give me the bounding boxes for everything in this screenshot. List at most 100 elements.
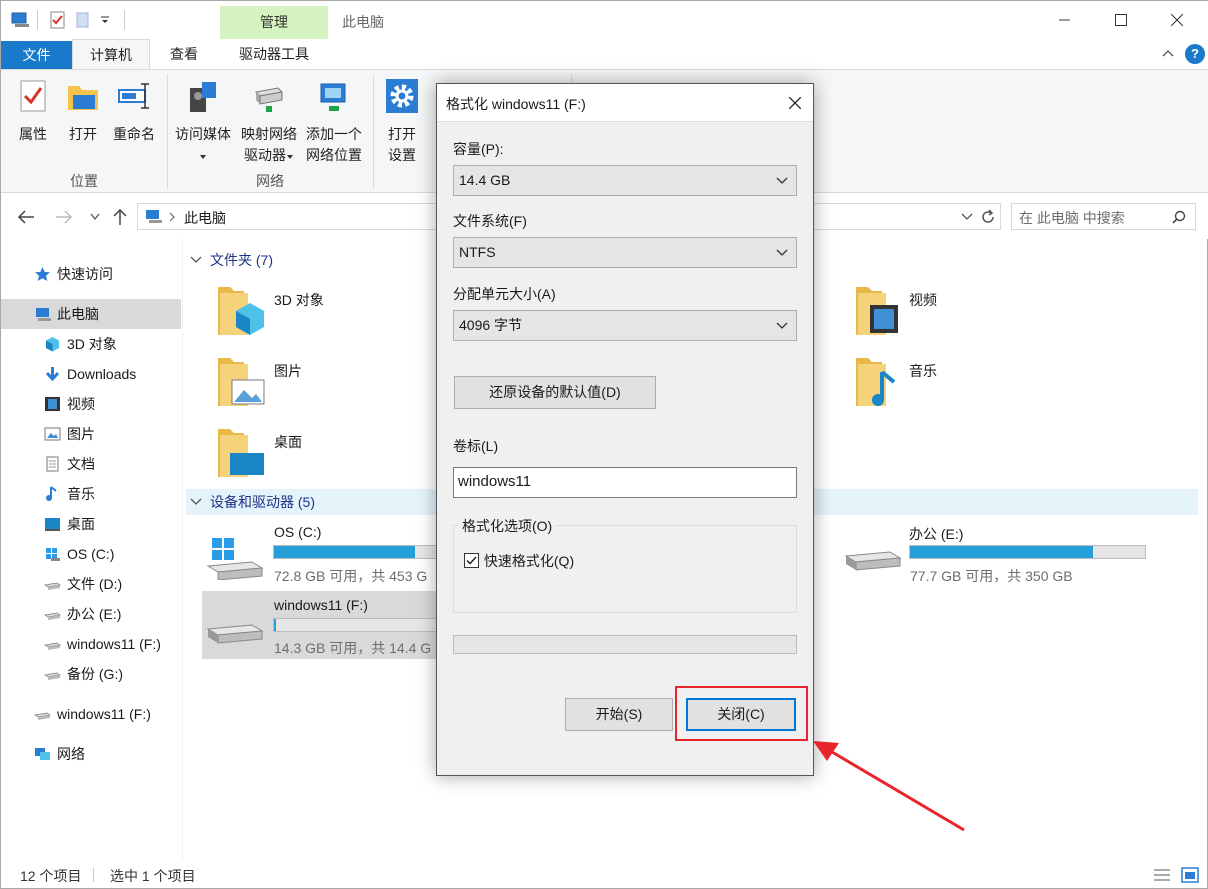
allocation-unit-select[interactable]: 4096 字节 (453, 310, 797, 341)
sidebar-item-drive-d[interactable]: 文件 (D:) (1, 569, 183, 599)
sidebar-item-quick-access[interactable]: 快速访问 (1, 259, 183, 289)
access-media-button[interactable]: 访问媒体 (171, 78, 235, 166)
chevron-down-icon (190, 498, 202, 505)
minimize-button[interactable] (1037, 1, 1093, 39)
close-window-button[interactable] (1149, 1, 1205, 39)
sidebar-item-desktop[interactable]: 桌面 (1, 509, 183, 539)
volume-label-input[interactable]: windows11 (453, 467, 797, 498)
open-settings-label-2: 设置 (388, 147, 416, 163)
format-progress-bar (453, 635, 797, 654)
add-network-location-icon (320, 83, 346, 111)
network-drive-icon (254, 87, 284, 112)
checkbox-checked-icon (464, 553, 479, 568)
quick-format-checkbox[interactable]: 快速格式化(Q) (464, 552, 574, 570)
maximize-button[interactable] (1093, 1, 1149, 39)
search-icon (1172, 210, 1186, 224)
collapse-ribbon-icon[interactable] (1162, 49, 1174, 57)
folder-3d-objects[interactable]: 3D 对象 (214, 281, 414, 341)
map-network-drive-label-1: 映射网络 (241, 126, 297, 142)
tab-drive-tools[interactable]: 驱动器工具 (220, 39, 328, 69)
download-icon (45, 367, 60, 382)
star-icon (35, 267, 50, 281)
start-button[interactable]: 开始(S) (565, 698, 673, 731)
back-icon[interactable] (17, 210, 35, 224)
refresh-icon[interactable] (980, 209, 996, 225)
open-settings-button[interactable]: 打开 设置 (379, 78, 425, 166)
sidebar-label: 图片 (67, 426, 95, 442)
search-input[interactable]: 在 此电脑 中搜索 (1019, 208, 1125, 228)
sidebar-item-documents[interactable]: 文档 (1, 449, 183, 479)
rename-button[interactable]: 重命名 (109, 78, 159, 145)
drive-c-usage-bar (273, 545, 443, 559)
tab-file[interactable]: 文件 (1, 41, 72, 69)
properties-icon (20, 80, 46, 112)
customize-toolbar-dropdown-icon[interactable] (100, 16, 110, 24)
desktop-icon (45, 518, 60, 531)
gear-icon (386, 79, 418, 113)
recent-locations-chevron-icon[interactable] (90, 213, 100, 221)
add-network-location-label-2: 网络位置 (306, 147, 362, 163)
file-system-select[interactable]: NTFS (453, 237, 797, 268)
help-icon[interactable]: ? (1185, 44, 1205, 64)
access-media-label: 访问媒体 (175, 126, 231, 142)
computer-icon (36, 308, 51, 321)
folder-pictures[interactable]: 图片 (214, 352, 414, 412)
chevron-down-icon (776, 322, 788, 329)
hard-drive-icon (844, 551, 902, 571)
folder-pictures-icon (218, 358, 265, 406)
computer-icon (146, 210, 162, 223)
folder-desktop-icon (218, 429, 264, 477)
file-system-label: 文件系统(F) (453, 213, 527, 229)
breadcrumb-this-pc[interactable]: 此电脑 (184, 208, 226, 228)
sidebar-label: OS (C:) (67, 546, 115, 562)
large-icons-view-icon[interactable] (1181, 867, 1199, 883)
properties-icon[interactable] (49, 11, 67, 29)
up-arrow-icon[interactable] (112, 208, 128, 226)
folder-videos[interactable]: 视频 (852, 281, 1052, 341)
address-dropdown-icon[interactable] (961, 213, 973, 221)
map-network-drive-label-2: 驱动器 (244, 147, 286, 163)
search-box[interactable]: 在 此电脑 中搜索 (1011, 203, 1196, 230)
tab-computer[interactable]: 计算机 (72, 39, 150, 70)
open-settings-label-1: 打开 (388, 126, 416, 142)
restore-defaults-button[interactable]: 还原设备的默认值(D) (454, 376, 656, 409)
sidebar-item-3d-objects[interactable]: 3D 对象 (1, 329, 183, 359)
format-dialog: 格式化 windows11 (F:) 容量(P): 14.4 GB 文件系统(F… (436, 83, 814, 776)
folder-desktop[interactable]: 桌面 (214, 423, 414, 483)
minimize-icon (1059, 19, 1070, 21)
add-network-location-button[interactable]: 添加一个 网络位置 (303, 78, 365, 166)
folder-videos-icon (856, 287, 898, 335)
sidebar-item-this-pc[interactable]: 此电脑 (1, 299, 181, 329)
sidebar-item-network[interactable]: 网络 (1, 739, 183, 769)
hard-drive-icon (44, 672, 61, 680)
sidebar-item-drive-f[interactable]: windows11 (F:) (1, 629, 183, 659)
chevron-down-icon (190, 256, 202, 263)
sidebar-item-drive-e[interactable]: 办公 (E:) (1, 599, 183, 629)
open-button[interactable]: 打开 (59, 78, 107, 145)
sidebar-item-os-c[interactable]: OS (C:) (1, 539, 183, 569)
sidebar-label: 备份 (G:) (67, 666, 123, 682)
sidebar-item-videos[interactable]: 视频 (1, 389, 183, 419)
tab-view[interactable]: 查看 (151, 39, 217, 69)
folder-music[interactable]: 音乐 (852, 352, 1052, 412)
volume-label-label: 卷标(L) (453, 438, 499, 454)
selected-count: 选中 1 个项目 (110, 868, 196, 884)
map-network-drive-button[interactable]: 映射网络 驱动器 (237, 78, 301, 166)
sidebar-item-drive-g[interactable]: 备份 (G:) (1, 659, 183, 689)
media-icon (190, 82, 216, 112)
sidebar-item-pictures[interactable]: 图片 (1, 419, 183, 449)
document-icon (46, 456, 59, 472)
forward-icon[interactable] (55, 210, 73, 224)
sidebar-item-downloads[interactable]: Downloads (1, 359, 183, 389)
computer-icon (11, 12, 29, 27)
sidebar-item-usb-f[interactable]: windows11 (F:) (1, 699, 183, 729)
properties-button[interactable]: 属性 (9, 78, 57, 145)
new-folder-icon[interactable] (75, 11, 91, 29)
dialog-close-button[interactable] (777, 84, 813, 122)
capacity-select[interactable]: 14.4 GB (453, 165, 797, 196)
sidebar-label: 网络 (57, 746, 85, 762)
chevron-down-icon (776, 249, 788, 256)
chevron-down-icon (776, 177, 788, 184)
details-view-icon[interactable] (1153, 867, 1171, 883)
sidebar-item-music[interactable]: 音乐 (1, 479, 183, 509)
